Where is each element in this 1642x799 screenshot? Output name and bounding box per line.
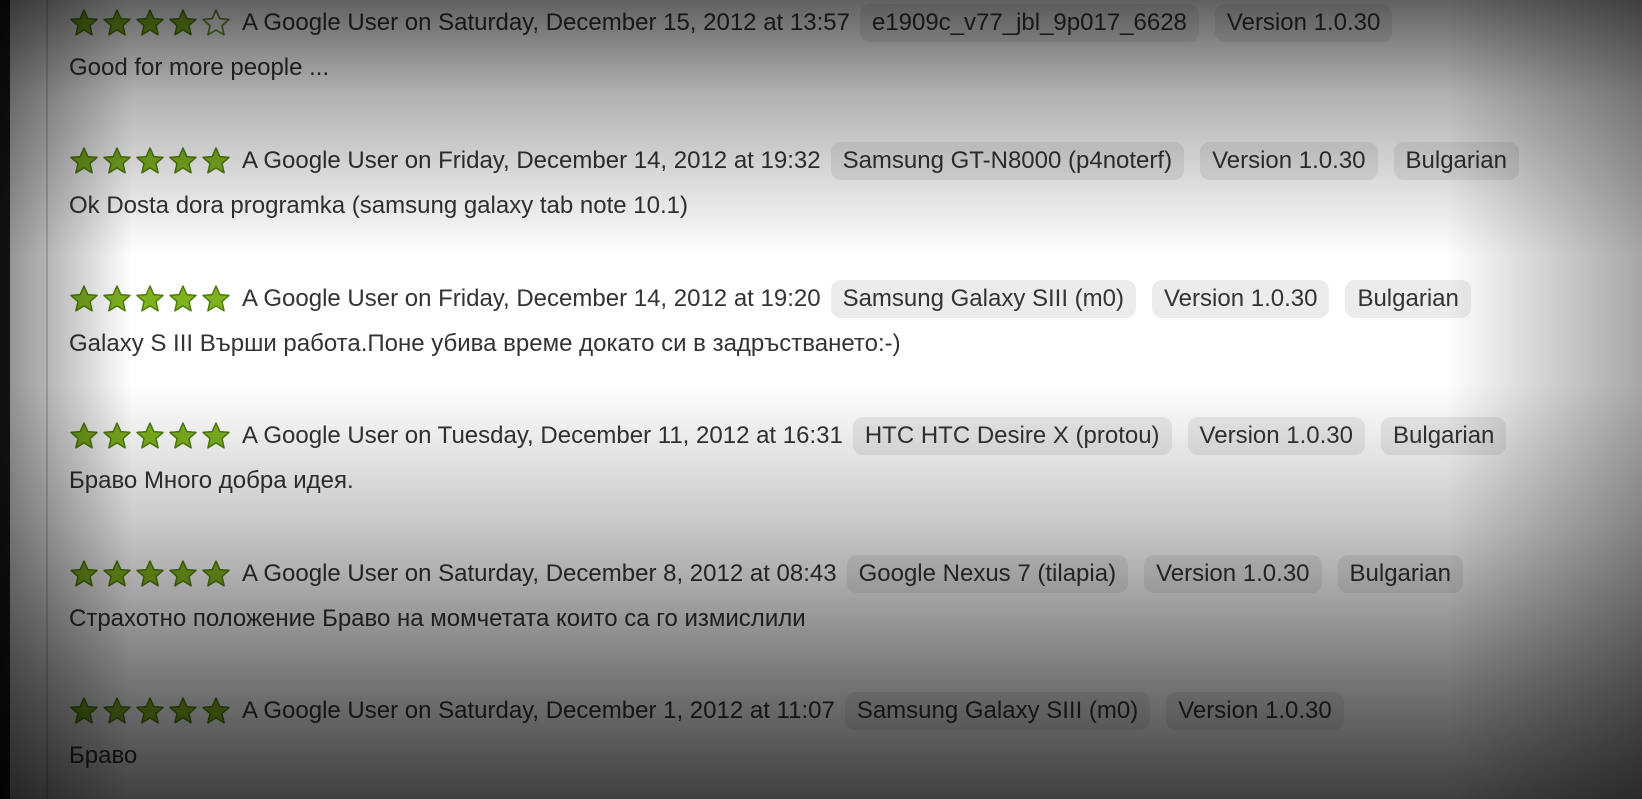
version-tag: Version 1.0.30 [1152,280,1330,318]
review-text: Good for more people ... [69,54,330,81]
review-item: A Google User on Friday, December 14, 20… [69,142,1642,262]
star-filled-icon [70,560,98,587]
review-author-date: A Google User on Friday, December 14, 20… [242,285,821,312]
star-rating [69,284,234,314]
review-author-date: A Google User on Saturday, December 8, 2… [242,560,837,587]
star-filled-icon [169,147,197,174]
star-rating [69,696,234,726]
review-item: A Google User on Saturday, December 1, 2… [69,692,1642,799]
star-filled-icon [169,560,197,587]
star-filled-icon [70,285,98,312]
device-tag: Google Nexus 7 (tilapia) [846,555,1129,593]
version-tag: Version 1.0.30 [1144,555,1322,593]
star-filled-icon [202,697,230,724]
star-filled-icon [103,697,131,724]
review-text: Ok Dosta dora programka (samsung galaxy … [69,192,688,219]
review-header: A Google User on Friday, December 14, 20… [69,142,1535,180]
star-filled-icon [70,147,98,174]
star-filled-icon [169,285,197,312]
review-header: A Google User on Saturday, December 15, … [69,4,1408,42]
review-text: Galaxy S III Върши работа.Поне убива вре… [69,330,901,357]
star-rating [69,559,234,589]
left-divider [46,0,48,799]
star-filled-icon [103,147,131,174]
review-author-date: A Google User on Tuesday, December 11, 2… [242,422,843,449]
language-tag: Bulgarian [1337,555,1463,593]
language-tag: Bulgarian [1393,142,1519,180]
reviews-page: A Google User on Saturday, December 15, … [10,0,1642,799]
review-item: A Google User on Friday, December 14, 20… [69,280,1642,400]
review-author-date: A Google User on Saturday, December 15, … [242,9,850,36]
star-filled-icon [202,422,230,449]
screenshot-frame: A Google User on Saturday, December 15, … [0,0,1642,799]
star-filled-icon [136,422,164,449]
review-text: Браво [69,742,138,769]
device-tag: e1909c_v77_jbl_9p017_6628 [859,4,1199,42]
star-rating [69,421,234,451]
star-filled-icon [103,560,131,587]
language-tag: Bulgarian [1381,417,1507,455]
review-header: A Google User on Friday, December 14, 20… [69,280,1487,318]
star-filled-icon [169,9,197,36]
device-tag: Samsung GT-N8000 (p4noterf) [830,142,1185,180]
version-tag: Version 1.0.30 [1214,4,1393,42]
star-filled-icon [202,560,230,587]
version-tag: Version 1.0.30 [1187,417,1365,455]
version-tag: Version 1.0.30 [1200,142,1378,180]
review-item: A Google User on Saturday, December 8, 2… [69,555,1642,675]
star-filled-icon [70,697,98,724]
review-header: A Google User on Saturday, December 8, 2… [69,555,1479,593]
star-filled-icon [136,560,164,587]
star-filled-icon [70,9,98,36]
star-filled-icon [70,422,98,449]
star-empty-icon [202,9,230,36]
star-filled-icon [136,9,164,36]
review-text: Браво Много добра идея. [69,467,354,494]
star-rating [69,146,234,176]
star-filled-icon [103,285,131,312]
review-item: A Google User on Saturday, December 15, … [69,4,1642,124]
star-filled-icon [202,285,230,312]
language-tag: Bulgarian [1345,280,1471,318]
star-filled-icon [202,147,230,174]
star-filled-icon [169,697,197,724]
device-tag: Samsung Galaxy SIII (m0) [830,280,1136,318]
star-filled-icon [136,697,164,724]
version-tag: Version 1.0.30 [1166,692,1344,730]
device-tag: HTC HTC Desire X (protou) [852,417,1172,455]
star-filled-icon [103,9,131,36]
star-filled-icon [136,285,164,312]
review-author-date: A Google User on Friday, December 14, 20… [242,147,821,174]
device-tag: Samsung Galaxy SIII (m0) [844,692,1151,730]
review-header: A Google User on Saturday, December 1, 2… [69,692,1360,730]
star-rating [69,8,234,38]
review-item: A Google User on Tuesday, December 11, 2… [69,417,1642,537]
star-filled-icon [103,422,131,449]
star-filled-icon [136,147,164,174]
star-filled-icon [169,422,197,449]
review-header: A Google User on Tuesday, December 11, 2… [69,417,1522,455]
review-author-date: A Google User on Saturday, December 1, 2… [242,697,835,724]
review-text: Страхотно положение Браво на момчетата к… [69,605,806,632]
